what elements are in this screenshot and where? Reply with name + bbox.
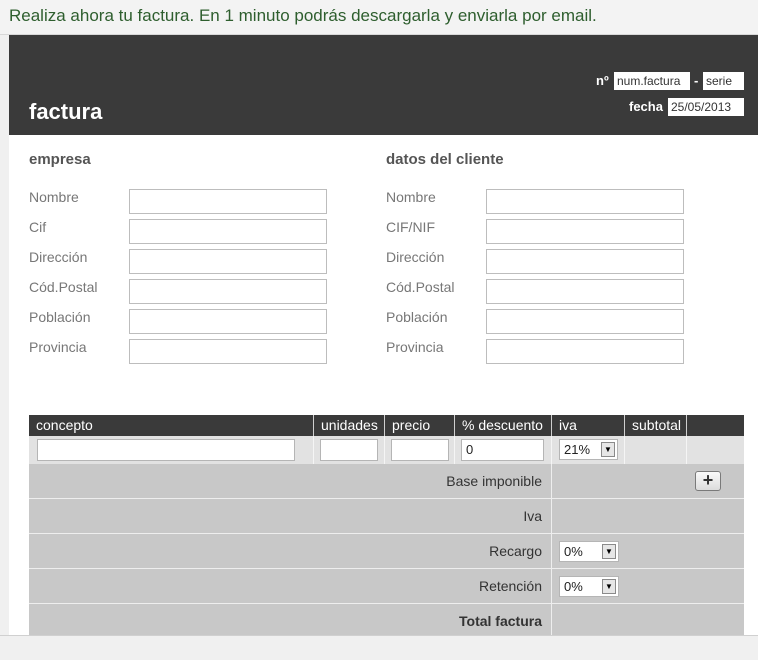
empresa-cif-input[interactable] xyxy=(129,219,327,244)
dropdown-arrow-icon[interactable]: ▼ xyxy=(602,544,616,559)
empresa-label-direccion: Dirección xyxy=(29,249,88,265)
cliente-codpostal-input[interactable] xyxy=(486,279,684,304)
row-divider xyxy=(551,464,552,498)
cell-iva: 21% ▼ xyxy=(552,436,625,464)
invoice-form: factura nº num.factura - serie fecha 25/… xyxy=(9,35,758,635)
empresa-codpostal-input[interactable] xyxy=(129,279,327,304)
recargo-select-value: 0% xyxy=(564,544,583,559)
col-subtotal: subtotal xyxy=(625,415,687,436)
empresa-provincia-input[interactable] xyxy=(129,339,327,364)
cliente-nombre-input[interactable] xyxy=(486,189,684,214)
fecha-label: fecha xyxy=(629,99,663,114)
col-descuento: % descuento xyxy=(455,415,552,436)
empresa-poblacion-input[interactable] xyxy=(129,309,327,334)
cliente-direccion-input[interactable] xyxy=(486,249,684,274)
iva-select-value: 21% xyxy=(564,442,591,457)
cliente-title: datos del cliente xyxy=(386,151,504,168)
col-concepto: concepto xyxy=(29,415,314,436)
recargo-label: Recargo xyxy=(489,543,542,559)
empresa-title: empresa xyxy=(29,151,91,168)
cliente-cifnif-input[interactable] xyxy=(486,219,684,244)
recargo-row: Recargo 0% ▼ xyxy=(29,534,744,569)
base-imponible-label: Base imponible xyxy=(446,473,542,489)
empresa-label-poblacion: Población xyxy=(29,309,91,325)
serie-field[interactable]: serie xyxy=(703,72,744,90)
recargo-select[interactable]: 0% ▼ xyxy=(559,541,619,562)
cliente-label-poblacion: Población xyxy=(386,309,448,325)
plus-icon: + xyxy=(702,470,714,490)
concepto-input[interactable] xyxy=(37,439,295,461)
invoice-header: factura nº num.factura - serie fecha 25/… xyxy=(9,35,758,135)
col-unidades: unidades xyxy=(314,415,385,436)
total-factura-label: Total factura xyxy=(459,613,542,629)
cliente-label-nombre: Nombre xyxy=(386,189,436,205)
cell-concepto xyxy=(29,436,314,464)
base-imponible-row: Base imponible xyxy=(29,464,744,499)
table-row: 0 21% ▼ xyxy=(29,436,744,464)
cliente-label-direccion: Dirección xyxy=(386,249,445,265)
empresa-label-nombre: Nombre xyxy=(29,189,79,205)
cliente-label-cifnif: CIF/NIF xyxy=(386,219,435,235)
col-precio: precio xyxy=(385,415,455,436)
dropdown-arrow-icon[interactable]: ▼ xyxy=(602,579,616,594)
col-iva: iva xyxy=(552,415,625,436)
precio-input[interactable] xyxy=(391,439,449,461)
top-banner: Realiza ahora tu factura. En 1 minuto po… xyxy=(0,0,758,35)
cell-descuento: 0 xyxy=(455,436,552,464)
row-divider xyxy=(551,569,552,603)
empresa-label-provincia: Provincia xyxy=(29,339,87,355)
fecha-field[interactable]: 25/05/2013 xyxy=(668,98,744,116)
empresa-direccion-input[interactable] xyxy=(129,249,327,274)
num-label: nº xyxy=(596,73,609,88)
divider xyxy=(0,635,758,636)
empresa-label-cif: Cif xyxy=(29,219,47,235)
empresa-nombre-input[interactable] xyxy=(129,189,327,214)
unidades-input[interactable] xyxy=(320,439,378,461)
iva-row: Iva xyxy=(29,499,744,534)
add-line-button[interactable]: + xyxy=(695,471,721,491)
cell-subtotal xyxy=(625,436,687,464)
descuento-input[interactable]: 0 xyxy=(461,439,544,461)
empresa-label-codpostal: Cód.Postal xyxy=(29,279,98,295)
invoice-number-field[interactable]: num.factura xyxy=(614,72,690,90)
retencion-select-value: 0% xyxy=(564,579,583,594)
dropdown-arrow-icon[interactable]: ▼ xyxy=(601,442,615,457)
num-separator: - xyxy=(694,73,699,88)
total-factura-row: Total factura xyxy=(29,604,744,635)
items-table-header: concepto unidades precio % descuento iva… xyxy=(29,415,744,436)
row-divider xyxy=(551,604,552,635)
retencion-row: Retención 0% ▼ xyxy=(29,569,744,604)
iva-select[interactable]: 21% ▼ xyxy=(559,439,618,460)
row-divider xyxy=(551,534,552,568)
iva-label: Iva xyxy=(523,508,542,524)
cliente-label-provincia: Provincia xyxy=(386,339,444,355)
row-divider xyxy=(551,499,552,533)
page-title: factura xyxy=(29,99,103,124)
cliente-poblacion-input[interactable] xyxy=(486,309,684,334)
retencion-select[interactable]: 0% ▼ xyxy=(559,576,619,597)
banner-text: Realiza ahora tu factura. En 1 minuto po… xyxy=(9,6,597,25)
cell-unidades xyxy=(314,436,385,464)
cliente-label-codpostal: Cód.Postal xyxy=(386,279,455,295)
retencion-label: Retención xyxy=(478,578,542,594)
cliente-provincia-input[interactable] xyxy=(486,339,684,364)
cell-precio xyxy=(385,436,455,464)
